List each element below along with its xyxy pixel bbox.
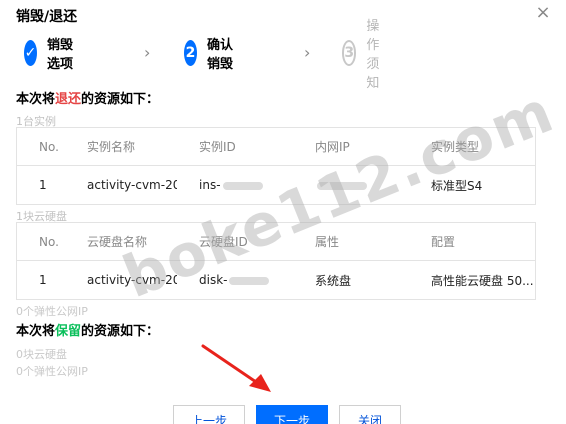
step-destroy-options: ✓ 销毁选项 [24,38,73,72]
return-keyword: 退还 [55,92,82,107]
redacted-ip [317,181,367,190]
keep-heading: 本次将保留的资源如下： [16,324,160,339]
disks-table: No. 云硬盘名称 云硬盘ID 属性 配置 1 activity-cvm-202… [16,222,536,300]
table-header: No. 实例名称 实例ID 内网IP 实例类型 [17,128,535,166]
redacted-id [229,276,270,285]
eip-count: 0个弹性公网IP [16,305,88,318]
step-label: 销毁选项 [47,38,74,72]
step-number: 3 [342,40,357,66]
table-header: No. 云硬盘名称 云硬盘ID 属性 配置 [17,223,535,261]
destroy-return-dialog: 销毁/退还 × ✓ 销毁选项 › 2 确认销毁 › 3 操作须知 本次将退还的资… [0,0,566,424]
keep-keyword: 保留 [55,324,82,339]
annotation-arrow-icon [201,344,271,392]
dialog-title: 销毁/退还 [16,9,78,25]
prev-button[interactable]: 上一步 [173,405,245,424]
close-button[interactable]: 关闭 [339,405,401,424]
redacted-id [222,181,263,190]
step-notice: 3 操作须知 [342,19,391,91]
check-icon: ✓ [24,40,37,66]
chevron-right-icon: › [304,43,311,62]
step-label: 确认销毁 [207,38,234,72]
step-number: 2 [184,40,197,66]
keep-disk-count: 0块云硬盘 [16,348,67,361]
chevron-right-icon: › [144,43,151,62]
instances-table: No. 实例名称 实例ID 内网IP 实例类型 1 activity-cvm-2… [16,127,536,205]
close-icon[interactable]: × [534,4,552,22]
keep-eip-count: 0个弹性公网IP [16,365,88,378]
step-label: 操作须知 [366,19,380,91]
table-row: 1 activity-cvm-202... disk- 系统盘 高性能云硬盘 5… [39,273,534,288]
next-button[interactable]: 下一步 [256,405,328,424]
return-heading: 本次将退还的资源如下： [16,92,160,107]
table-row: 1 activity-cvm-202... ins- 标准型S4 [39,178,483,193]
step-confirm-destroy: 2 确认销毁 [184,38,233,72]
